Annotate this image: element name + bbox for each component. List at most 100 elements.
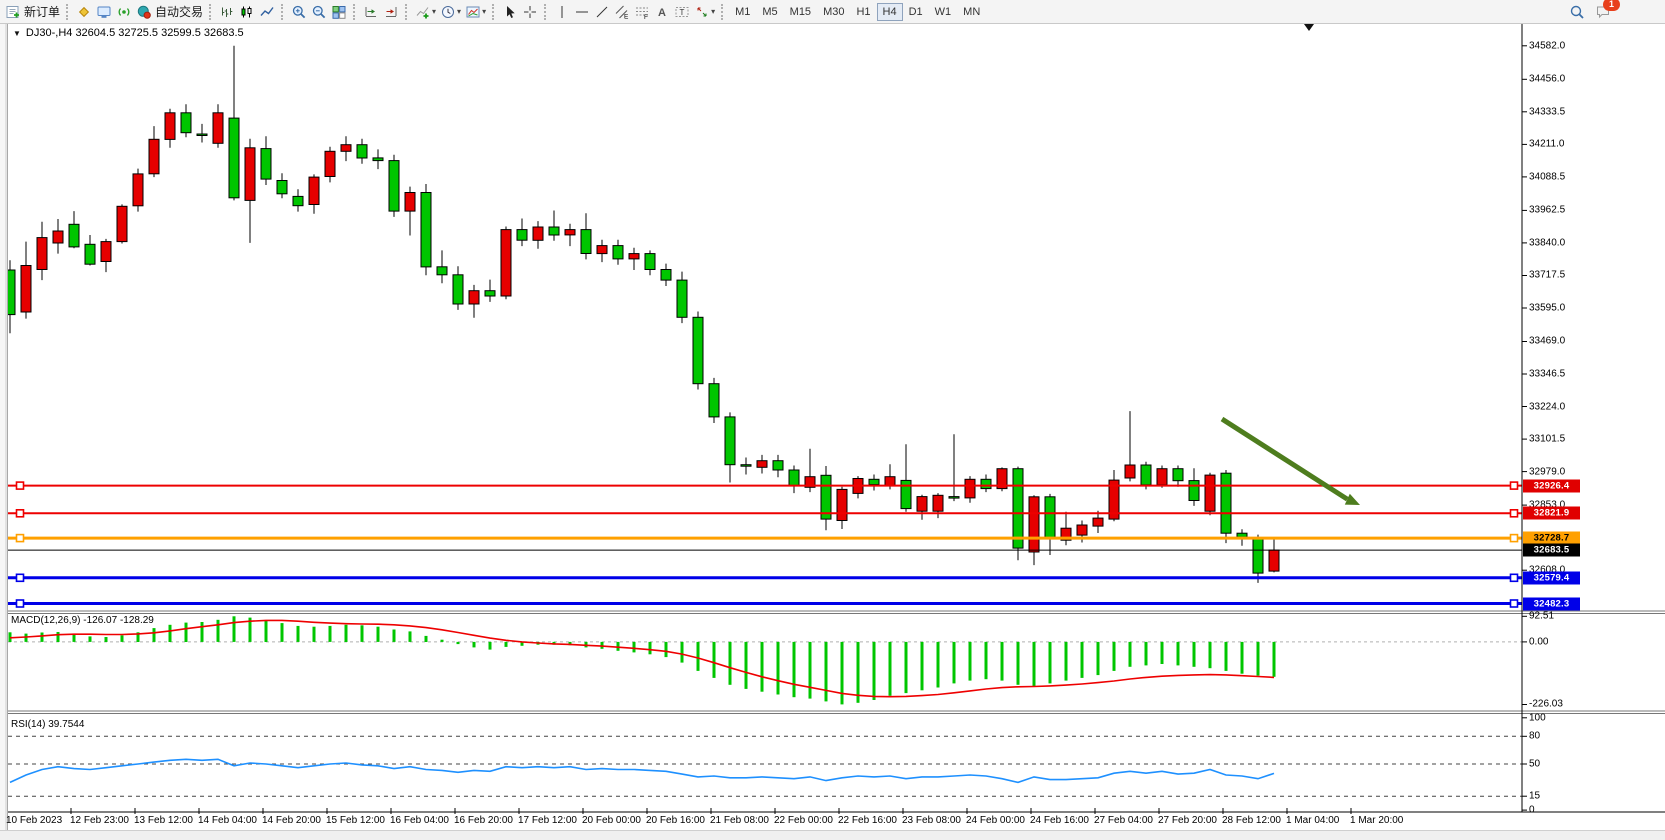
timeframe-M5-button[interactable]: M5 — [756, 3, 783, 21]
candlestick-mode-button[interactable] — [237, 2, 257, 22]
price-hline-32821.9[interactable] — [8, 510, 1522, 517]
templates-button[interactable]: ▾ — [463, 2, 488, 22]
chart-svg[interactable] — [0, 23, 1665, 839]
price-axis-tick: 33224.0 — [1529, 401, 1565, 412]
periods-button[interactable]: ▾ — [438, 2, 463, 22]
toolbar-separator — [281, 4, 285, 20]
timeframe-D1-button[interactable]: D1 — [903, 3, 929, 21]
horizontal-line-tool-button[interactable] — [572, 2, 592, 22]
text-tool-button[interactable]: A — [652, 2, 672, 22]
rsi-label: RSI(14) 39.7544 — [11, 719, 84, 730]
zoom-out-button[interactable] — [309, 2, 329, 22]
chart-expander-icon[interactable]: ▼ — [13, 29, 21, 38]
timeframe-W1-button[interactable]: W1 — [929, 3, 958, 21]
timeframe-MN-button[interactable]: MN — [957, 3, 986, 21]
chart-window[interactable]: ▼DJ30-,H4 32604.5 32725.5 32599.5 32683.… — [0, 23, 1665, 839]
crosshair-icon — [522, 4, 538, 20]
line-handle[interactable] — [17, 535, 24, 542]
price-axis-tick: 33101.5 — [1529, 434, 1565, 445]
tiles-icon — [331, 4, 347, 20]
trend-icon — [594, 4, 610, 20]
rsi-axis-tick: 100 — [1529, 712, 1546, 723]
line-handle[interactable] — [1511, 600, 1518, 607]
price-hline-32728.7[interactable] — [8, 535, 1522, 542]
time-axis-label: 22 Feb 00:00 — [774, 815, 833, 826]
rsi-axis-tick: 80 — [1529, 731, 1540, 742]
rsi-axis-tick: 15 — [1529, 791, 1540, 802]
arrows-tool-button[interactable]: ▾ — [692, 2, 717, 22]
line-handle[interactable] — [17, 600, 24, 607]
price-hline-32482.3[interactable] — [8, 600, 1522, 607]
timeframe-M30-button[interactable]: M30 — [817, 3, 850, 21]
time-axis-label: 20 Feb 00:00 — [582, 815, 641, 826]
macd-indicator — [8, 616, 1522, 704]
zoom-in-button[interactable] — [289, 2, 309, 22]
indicators-button[interactable]: ▾ — [413, 2, 438, 22]
line-chart-mode-button[interactable] — [257, 2, 277, 22]
clock-icon — [440, 4, 456, 20]
trendline-tool-button[interactable] — [592, 2, 612, 22]
line-handle[interactable] — [1511, 535, 1518, 542]
line-handle[interactable] — [1511, 510, 1518, 517]
monitor-icon — [96, 4, 112, 20]
chevron-down-icon[interactable]: ▾ — [432, 7, 436, 16]
new-order-button[interactable]: 新订单 — [3, 2, 62, 22]
arrow-annotation[interactable] — [1222, 419, 1360, 505]
time-axis-label: 15 Feb 12:00 — [326, 815, 385, 826]
chart-shift-marker[interactable] — [1304, 24, 1314, 31]
candlestick-series[interactable] — [5, 46, 1279, 583]
data-window-button[interactable] — [94, 2, 114, 22]
equidistant-channel-tool-button[interactable]: E — [612, 2, 632, 22]
chevron-down-icon[interactable]: ▾ — [711, 7, 715, 16]
tile-windows-button[interactable] — [329, 2, 349, 22]
text-label-tool-button[interactable]: T — [672, 2, 692, 22]
channel-icon: E — [614, 4, 630, 20]
timeframe-H1-button[interactable]: H1 — [850, 3, 876, 21]
chevron-down-icon[interactable]: ▾ — [457, 7, 461, 16]
signals-button[interactable] — [114, 2, 134, 22]
notification-badge: 1 — [1603, 0, 1620, 11]
search-icon[interactable] — [1567, 2, 1587, 22]
line-handle[interactable] — [17, 510, 24, 517]
time-axis-label: 17 Feb 12:00 — [518, 815, 577, 826]
macd-axis-tick: -226.03 — [1529, 699, 1563, 710]
time-axis-label: 16 Feb 04:00 — [390, 815, 449, 826]
timeframe-M1-button[interactable]: M1 — [729, 3, 756, 21]
price-hline-32579.4[interactable] — [8, 574, 1522, 581]
toolbar-separator — [353, 4, 357, 20]
price-axis-tick: 33962.5 — [1529, 205, 1565, 216]
time-axis-label: 1 Mar 20:00 — [1350, 815, 1403, 826]
vertical-line-tool-button[interactable] — [552, 2, 572, 22]
line-handle[interactable] — [1511, 482, 1518, 489]
price-axis-tick: 33346.5 — [1529, 369, 1565, 380]
time-axis-label: 27 Feb 20:00 — [1158, 815, 1217, 826]
price-badge-32579.4: 32579.4 — [1523, 571, 1580, 584]
auto-scroll-button[interactable] — [361, 2, 381, 22]
timeframe-H4-button[interactable]: H4 — [877, 3, 903, 21]
market-watch-button[interactable] — [74, 2, 94, 22]
textA-icon: A — [654, 4, 670, 20]
neworder-icon — [5, 4, 21, 20]
timeframe-M15-button[interactable]: M15 — [784, 3, 817, 21]
cursor-button[interactable] — [500, 2, 520, 22]
bar-chart-mode-button[interactable] — [217, 2, 237, 22]
notifications-icon[interactable]: 1 — [1593, 2, 1613, 22]
toolbar-separator — [209, 4, 213, 20]
auto-trading-button[interactable]: 自动交易 — [134, 2, 205, 22]
rsi-axis-tick: 50 — [1529, 758, 1540, 769]
chart-shift-button[interactable] — [381, 2, 401, 22]
line-handle[interactable] — [1511, 574, 1518, 581]
line-handle[interactable] — [17, 574, 24, 581]
fibonacci-tool-button[interactable]: F — [632, 2, 652, 22]
price-hline-32926.4[interactable] — [8, 482, 1522, 489]
zoomin-icon — [291, 4, 307, 20]
chevron-down-icon[interactable]: ▾ — [482, 7, 486, 16]
line-handle[interactable] — [17, 482, 24, 489]
toolbar: 新订单 自动交易 ▾ ▾ ▾ EFAT ▾ M1M5M15M30H1H4D1W1MN 1 — [0, 0, 1665, 24]
macd-signal-line — [10, 620, 1274, 696]
crosshair-button[interactable] — [520, 2, 540, 22]
price-axis-tick: 34088.5 — [1529, 171, 1565, 182]
candles-icon — [239, 4, 255, 20]
rsi-line — [10, 759, 1274, 782]
chart-canvas[interactable] — [0, 23, 1665, 839]
